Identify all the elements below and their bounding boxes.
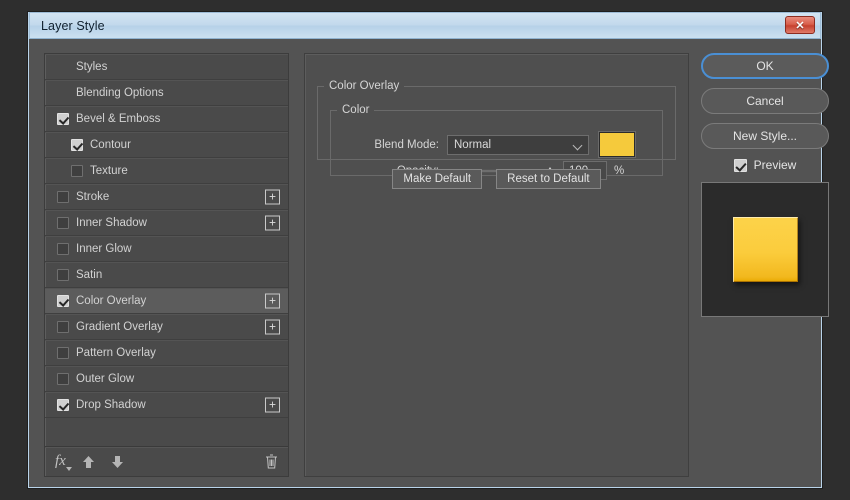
style-row-label: Gradient Overlay — [76, 320, 163, 333]
style-row-stroke[interactable]: Stroke + — [45, 184, 288, 210]
style-row-pattern-overlay[interactable]: Pattern Overlay — [45, 340, 288, 366]
close-icon: ✕ — [795, 19, 805, 32]
style-row-label: Satin — [76, 268, 103, 281]
style-row-inner-shadow[interactable]: Inner Shadow + — [45, 210, 288, 236]
chevron-down-icon — [572, 140, 583, 150]
style-row-label: Outer Glow — [76, 372, 135, 385]
color-subgroup-title: Color — [342, 104, 370, 116]
style-row-texture[interactable]: Texture — [45, 158, 288, 184]
preview-shape — [732, 217, 798, 282]
style-row-outer-glow[interactable]: Outer Glow — [45, 366, 288, 392]
arrow-down-icon[interactable] — [111, 455, 124, 469]
color-subgroup: Color Blend Mode: Normal Opacity: — [330, 104, 663, 180]
style-row-label: Stroke — [76, 190, 110, 203]
default-buttons-row: Make Default Reset to Default — [305, 169, 688, 189]
dialog-title: Layer Style — [41, 18, 105, 33]
actions-panel: OK Cancel New Style... Preview — [701, 53, 829, 317]
style-row-label: Pattern Overlay — [76, 346, 156, 359]
layer-style-dialog: Layer Style ✕ Styles Blending Options Beve… — [28, 12, 829, 488]
blend-mode-row: Blend Mode: Normal — [331, 132, 662, 157]
dialog-titlebar: Layer Style ✕ — [29, 12, 821, 39]
style-row-label: Inner Shadow — [76, 216, 147, 229]
style-row-label: Styles — [76, 60, 108, 73]
style-row-styles[interactable]: Styles — [45, 54, 288, 80]
style-row-label: Texture — [90, 164, 128, 177]
style-row-checkbox[interactable] — [57, 216, 69, 229]
style-row-gradient-overlay[interactable]: Gradient Overlay + — [45, 314, 288, 340]
preview-thumbnail — [701, 182, 829, 317]
style-row-label: Color Overlay — [76, 294, 147, 307]
blend-mode-value: Normal — [454, 138, 492, 151]
style-row-drop-shadow[interactable]: Drop Shadow + — [45, 392, 288, 418]
color-swatch[interactable] — [599, 132, 635, 157]
duplicate-effect-button[interactable]: + — [265, 215, 280, 230]
style-row-checkbox[interactable] — [57, 242, 69, 255]
style-row-checkbox[interactable] — [57, 320, 69, 333]
style-row-checkbox[interactable] — [71, 164, 83, 177]
style-row-bevel-emboss[interactable]: Bevel & Emboss — [45, 106, 288, 132]
reset-to-default-button[interactable]: Reset to Default — [496, 169, 601, 189]
styles-toolbar: fx — [45, 446, 288, 476]
style-row-checkbox[interactable] — [57, 398, 69, 411]
style-row-label: Contour — [90, 138, 131, 151]
settings-panel: Color Overlay Color Blend Mode: Normal O… — [304, 53, 689, 477]
style-row-label: Drop Shadow — [76, 398, 146, 411]
style-row-checkbox[interactable] — [57, 268, 69, 281]
style-row-label: Bevel & Emboss — [76, 112, 161, 125]
duplicate-effect-button[interactable]: + — [265, 397, 280, 412]
style-row-label: Blending Options — [76, 86, 164, 99]
duplicate-effect-button[interactable]: + — [265, 293, 280, 308]
styles-list[interactable]: Styles Blending Options Bevel & Emboss Cont… — [45, 54, 288, 446]
blend-mode-select[interactable]: Normal — [447, 134, 589, 155]
new-style-button[interactable]: New Style... — [701, 123, 829, 149]
fx-icon[interactable]: fx — [55, 453, 72, 471]
dialog-body: Styles Blending Options Bevel & Emboss Cont… — [29, 39, 829, 487]
arrow-up-icon[interactable] — [82, 455, 95, 469]
style-row-checkbox[interactable] — [57, 294, 69, 307]
trash-icon[interactable] — [265, 454, 278, 469]
make-default-button[interactable]: Make Default — [392, 169, 483, 189]
style-row-satin[interactable]: Satin — [45, 262, 288, 288]
style-row-blending-options[interactable]: Blending Options — [45, 80, 288, 106]
preview-checkbox-box — [733, 158, 747, 172]
style-row-checkbox[interactable] — [71, 138, 83, 151]
style-row-checkbox[interactable] — [57, 346, 69, 359]
style-row-contour[interactable]: Contour — [45, 132, 288, 158]
style-row-inner-glow[interactable]: Inner Glow — [45, 236, 288, 262]
blend-mode-label: Blend Mode: — [374, 138, 439, 151]
color-overlay-group: Color Overlay Color Blend Mode: Normal O… — [317, 80, 676, 180]
close-button[interactable]: ✕ — [785, 16, 815, 34]
style-row-checkbox[interactable] — [57, 190, 69, 203]
ok-button[interactable]: OK — [701, 53, 829, 79]
style-row-color-overlay[interactable]: Color Overlay + — [45, 288, 288, 314]
style-row-checkbox[interactable] — [57, 372, 69, 385]
cancel-button[interactable]: Cancel — [701, 88, 829, 114]
color-overlay-group-title: Color Overlay — [329, 80, 400, 92]
preview-label: Preview — [753, 158, 797, 172]
styles-panel: Styles Blending Options Bevel & Emboss Cont… — [44, 53, 289, 477]
duplicate-effect-button[interactable]: + — [265, 319, 280, 334]
style-row-label: Inner Glow — [76, 242, 132, 255]
duplicate-effect-button[interactable]: + — [265, 189, 280, 204]
preview-checkbox[interactable]: Preview — [701, 158, 829, 172]
style-row-checkbox[interactable] — [57, 112, 69, 125]
